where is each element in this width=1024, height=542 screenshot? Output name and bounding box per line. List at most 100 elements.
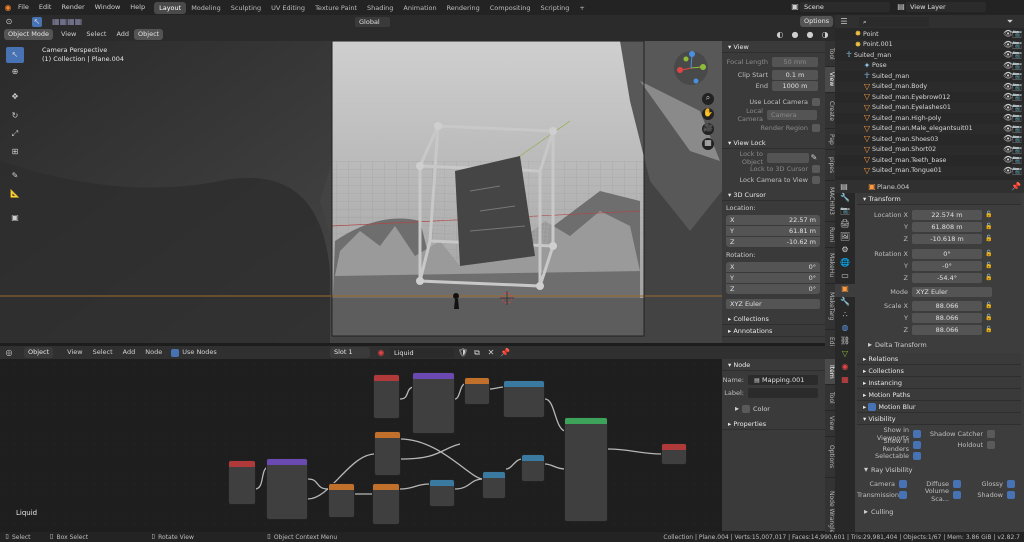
add-cube-tool-icon[interactable]: ▣ [6, 209, 24, 227]
node-mapping[interactable] [266, 458, 308, 520]
constraints-tab-icon[interactable]: ⛓ [835, 336, 855, 349]
camera-render-icon[interactable]: 📷 [1012, 145, 1022, 155]
sidebar-tab[interactable]: View [825, 411, 835, 437]
cursor-rotation-field[interactable]: Y 0° [726, 273, 820, 283]
viewport-menu-object[interactable]: Object [134, 29, 164, 40]
cursor-location-field[interactable]: X 22.57 m [726, 215, 820, 225]
viewport-render-icon[interactable]: ◑ [820, 30, 830, 40]
object-mode-dropdown[interactable]: Object Mode [4, 29, 53, 40]
lock-icon[interactable]: 🔓 [984, 249, 994, 259]
ray-camera-checkbox[interactable] [899, 479, 907, 488]
sidebar-tab[interactable]: MakeTarg [825, 284, 835, 330]
outliner-item[interactable]: ▽ Suited_man.Eyebrow012 👁 📷 [835, 92, 1024, 103]
select-tool-icon[interactable]: ↖ [6, 47, 24, 63]
camera-render-icon[interactable]: 📷 [1012, 71, 1022, 81]
outliner-item[interactable]: ▽ Suited_man.High-poly 👁 📷 [835, 113, 1024, 124]
tab-animation[interactable]: Animation [398, 2, 441, 14]
node-color-ramp[interactable] [503, 380, 545, 418]
eye-icon[interactable]: 👁 [1003, 82, 1013, 92]
sidebar-tab[interactable]: MACHIN3 [825, 181, 835, 222]
ray-visibility-header[interactable]: ▾ Ray Visibility [857, 464, 1021, 475]
outliner-search[interactable]: ⌕ [859, 16, 929, 27]
outliner-editor-icon[interactable]: ☰ [839, 17, 849, 27]
lock-icon[interactable]: 🔓 [984, 234, 994, 244]
menu-window[interactable]: Window [90, 0, 126, 15]
properties-editor-icon[interactable]: ▤ [839, 182, 849, 192]
modifier-tab-icon[interactable]: 🔧 [835, 297, 855, 310]
node-material-output[interactable] [661, 443, 687, 465]
lock-icon[interactable]: 🔓 [984, 222, 994, 232]
tab-modeling[interactable]: Modeling [186, 2, 226, 14]
motion-blur-header[interactable]: ▸ Motion Blur [857, 401, 1021, 413]
camera-render-icon[interactable]: 📷 [1012, 103, 1022, 113]
outliner-item[interactable]: ☥ Suited_man 👁 📷 [835, 50, 1024, 61]
eye-icon[interactable]: 👁 [1003, 71, 1013, 81]
tool-tab-icon[interactable]: 🔧 [835, 193, 855, 206]
eye-icon[interactable]: 👁 [1003, 166, 1013, 176]
camera-render-icon[interactable]: 📷 [1012, 113, 1022, 123]
collections-header[interactable]: ▸ Collections [857, 365, 1021, 377]
cursor-tool-icon[interactable]: ⊕ [6, 63, 24, 81]
tab-rendering[interactable]: Rendering [442, 2, 485, 14]
node-menu-add[interactable]: Add [118, 346, 141, 359]
node-menu-select[interactable]: Select [88, 346, 118, 359]
viewport-menu-add[interactable]: Add [111, 28, 134, 41]
local-camera-field[interactable]: Camera [767, 109, 817, 120]
camera-render-icon[interactable]: 📷 [1012, 155, 1022, 165]
node-name-field[interactable]: ▤ Mapping.001 [748, 374, 818, 385]
scale-field[interactable]: 88.066 [912, 300, 982, 311]
move-tool-icon[interactable]: ✥ [6, 87, 24, 107]
lock-icon[interactable]: 🔓 [984, 261, 994, 271]
material-tab-icon[interactable]: ◉ [835, 362, 855, 375]
node-noise-texture-b[interactable] [374, 431, 401, 476]
select-tool-icon[interactable]: ↖ [32, 16, 42, 27]
viewport-menu-view[interactable]: View [56, 28, 81, 41]
node-principled-bsdf[interactable] [564, 417, 608, 522]
motion-paths-header[interactable]: ▸ Motion Paths [857, 389, 1021, 401]
menu-file[interactable]: File [13, 0, 34, 15]
use-nodes-checkbox[interactable] [171, 348, 180, 357]
node-canvas[interactable]: Liquid [0, 359, 722, 531]
view-lock-header[interactable]: ▾ View Lock [722, 137, 825, 149]
menu-render[interactable]: Render [56, 0, 89, 15]
sidebar-tab[interactable]: Create [825, 93, 835, 129]
zoom-icon[interactable]: ⌕ [702, 93, 714, 105]
camera-render-icon[interactable]: 📷 [1012, 50, 1022, 60]
add-workspace-icon[interactable]: + [574, 2, 589, 14]
node-math-c[interactable] [372, 483, 400, 525]
camera-render-icon[interactable]: 📷 [1012, 134, 1022, 144]
world-tab-icon[interactable]: 🌐 [835, 258, 855, 271]
sidebar-tab[interactable]: Rumi [825, 222, 835, 248]
eye-icon[interactable]: 👁 [1003, 61, 1013, 71]
motion-blur-checkbox[interactable] [868, 403, 877, 411]
selectable-checkbox[interactable] [913, 451, 921, 460]
node-math-b[interactable] [464, 377, 490, 405]
camera-view-icon[interactable]: 🎥 [702, 123, 714, 135]
culling-header[interactable]: ▸ Culling [857, 506, 1021, 517]
3d-cursor-header[interactable]: ▾ 3D Cursor [722, 189, 825, 201]
cursor-rotation-mode-dropdown[interactable]: XYZ Euler [726, 298, 820, 309]
unlink-material-icon[interactable]: ✕ [486, 348, 496, 358]
pin-icon[interactable]: 📌 [1011, 182, 1021, 192]
camera-render-icon[interactable]: 📷 [1012, 124, 1022, 134]
view-layer-tab-icon[interactable]: 🖼 [835, 232, 855, 245]
sidebar-tab[interactable]: Tool [825, 385, 835, 411]
lock-3d-cursor-checkbox[interactable] [812, 164, 820, 173]
lock-icon[interactable]: 🔓 [984, 325, 994, 335]
node-menu-node[interactable]: Node [140, 346, 167, 359]
rotation-field[interactable]: -54.4° [912, 272, 982, 283]
outliner-item[interactable]: ▽ Suited_man.Short02 👁 📷 [835, 144, 1024, 155]
cursor-location-field[interactable]: Z -10.62 m [726, 237, 820, 247]
scale-tool-icon[interactable]: ⤢ [6, 125, 24, 143]
data-tab-icon[interactable]: ▽ [835, 349, 855, 362]
sidebar-tab[interactable]: Item [825, 359, 835, 385]
node-bump-b[interactable] [482, 471, 506, 499]
camera-render-icon[interactable]: 📷 [1012, 29, 1022, 39]
sidebar-tab[interactable]: Pap [825, 129, 835, 150]
show-renders-checkbox[interactable] [913, 440, 921, 449]
slot-dropdown[interactable]: Slot 1 [330, 347, 370, 358]
clip-end-field[interactable]: 1000 m [772, 80, 818, 91]
viewport-options-button[interactable]: Options [800, 16, 834, 27]
ray-diffuse-checkbox[interactable] [953, 479, 961, 488]
select-box-icon[interactable]: ▦▦▦▦ [52, 17, 82, 27]
